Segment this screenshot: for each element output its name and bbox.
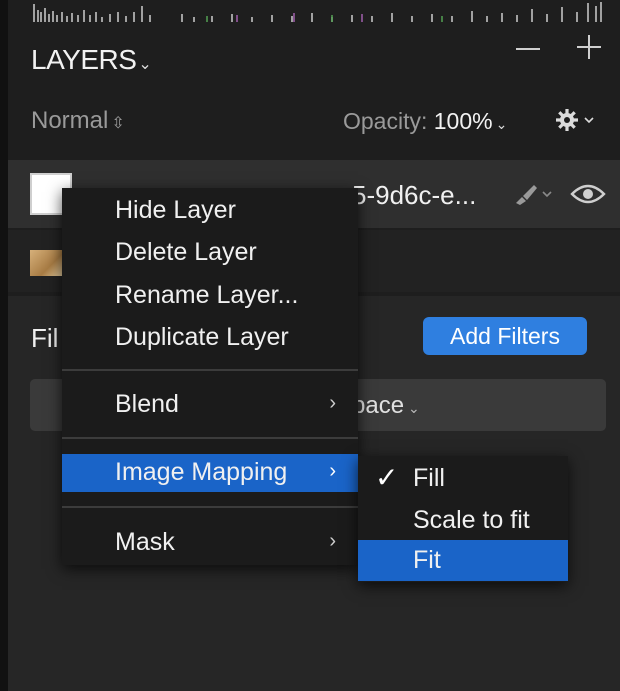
menu-item-label: Rename Layer... [115,281,299,309]
filters-heading: Fil [31,323,59,353]
visibility-toggle[interactable] [569,180,607,208]
submenu-item-fill[interactable]: ✓ Fill [358,458,568,499]
chevron-right-icon: › [329,460,336,482]
submenu-item-label: Scale to fit [413,506,530,534]
remove-layer-button[interactable] [513,34,543,64]
menu-item-label: Hide Layer [115,196,236,224]
submenu-item-label: Fit [413,546,441,574]
minus-icon [516,48,540,50]
menu-item-duplicate-layer[interactable]: Duplicate Layer [62,319,358,357]
menu-item-rename-layer[interactable]: Rename Layer... [62,277,358,315]
layer-name[interactable]: 5-9d6c-e... [352,180,476,211]
menu-separator [62,369,358,371]
image-mapping-submenu: ✓ Fill Scale to fit Fit [358,456,568,582]
menu-separator [62,506,358,508]
submenu-item-scale-to-fit[interactable]: Scale to fit [358,500,568,541]
menu-item-label: Duplicate Layer [115,323,289,351]
menu-item-image-mapping[interactable]: Image Mapping › [62,454,358,492]
menu-item-mask[interactable]: Mask › [62,524,358,562]
opacity-control[interactable]: Opacity: 100% ⌄ [343,108,507,135]
chevron-down-icon: ⌄ [495,116,508,132]
layer-context-menu: Hide Layer Delete Layer Rename Layer... … [62,188,358,565]
blend-mode-value: Normal [31,107,109,134]
layer-settings-button[interactable] [555,106,599,136]
menu-item-label: Image Mapping [115,458,288,486]
menu-item-label: Mask [115,528,175,556]
menu-separator [62,437,358,439]
opacity-label: Opacity: [343,108,434,134]
chevron-down-icon: ⌄ [408,400,420,416]
menu-item-delete-layer[interactable]: Delete Layer [62,234,358,272]
color-space-label: pace [352,392,405,419]
checkmark-icon: ✓ [375,462,399,493]
menu-item-label: Delete Layer [115,238,257,266]
blend-mode-select[interactable]: Normal ⇳ [31,107,125,135]
submenu-item-fit[interactable]: Fit [358,540,568,581]
photo-thumbnail-icon [30,250,64,276]
histogram [33,2,602,22]
brush-icon [516,185,552,205]
chevron-down-icon: ⌄ [138,56,152,73]
add-layer-button[interactable] [574,32,604,62]
layers-panel-title[interactable]: LAYERS ⌄ [31,44,152,76]
add-filters-button[interactable]: Add Filters [423,317,587,355]
opacity-value: 100% [433,108,493,134]
layers-title-label: LAYERS [31,44,137,75]
updown-chevron-icon: ⇳ [111,115,125,132]
eye-icon [570,184,606,204]
plus-icon [577,35,601,59]
chevron-right-icon: › [329,392,336,414]
submenu-item-label: Fill [413,464,445,492]
left-panel-edge [0,0,8,691]
menu-item-hide-layer[interactable]: Hide Layer [62,192,358,230]
chevron-right-icon: › [329,530,336,552]
menu-item-blend[interactable]: Blend › [62,386,358,424]
gear-icon [556,109,594,131]
layer-brush-button[interactable] [512,181,558,209]
color-space-value: pace ⌄ [352,392,420,420]
menu-item-label: Blend [115,390,179,418]
